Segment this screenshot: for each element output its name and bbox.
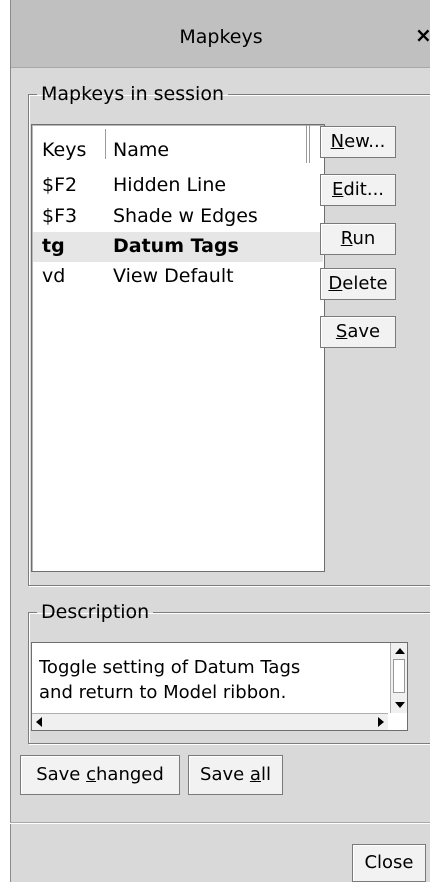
footer-divider: [10, 822, 430, 824]
dialog-title: Mapkeys: [179, 26, 263, 48]
mapkey-keys: tg: [42, 235, 65, 257]
list-item[interactable]: $F3 Shade w Edges: [33, 202, 323, 232]
column-header-keys[interactable]: Keys: [42, 139, 86, 161]
mapkey-name: Hidden Line: [113, 174, 227, 196]
list-item[interactable]: vd View Default: [33, 262, 323, 292]
list-item[interactable]: $F2 Hidden Line: [33, 171, 323, 201]
mapkey-keys: vd: [42, 265, 66, 287]
save-changed-button[interactable]: Save changed: [20, 755, 180, 795]
description-line: and return to Model ribbon.: [39, 682, 287, 703]
scroll-right-arrow-icon[interactable]: [378, 717, 384, 727]
scrollbar-thumb[interactable]: [393, 659, 405, 693]
run-button[interactable]: Run: [320, 223, 396, 255]
list-item-selected[interactable]: tg Datum Tags: [33, 232, 323, 262]
mapkey-name: Shade w Edges: [113, 205, 258, 227]
edit-button[interactable]: Edit...: [320, 174, 396, 206]
scroll-left-arrow-icon[interactable]: [36, 717, 42, 727]
save-all-button[interactable]: Save all: [188, 755, 283, 795]
title-bar: Mapkeys ×: [11, 0, 430, 68]
mapkey-name: View Default: [113, 265, 234, 287]
description-text: Toggle setting of Datum Tags and return …: [39, 655, 369, 705]
mapkeys-list[interactable]: Keys Name $F2 Hidden Line $F3 Shade w Ed…: [31, 124, 325, 572]
new-button[interactable]: New...: [320, 126, 396, 158]
column-header-name[interactable]: Name: [113, 139, 169, 161]
horizontal-scrollbar[interactable]: [32, 713, 388, 730]
delete-button[interactable]: Delete: [320, 268, 396, 300]
group-legend: Description: [41, 601, 150, 623]
description-line: Toggle setting of Datum Tags: [39, 657, 301, 678]
mapkey-keys: $F2: [42, 174, 78, 196]
description-textbox[interactable]: Toggle setting of Datum Tags and return …: [31, 642, 408, 731]
vertical-scrollbar[interactable]: [390, 643, 407, 713]
scroll-down-arrow-icon[interactable]: [395, 702, 405, 708]
close-button[interactable]: Close: [352, 844, 426, 882]
scroll-up-arrow-icon[interactable]: [395, 648, 405, 654]
save-button[interactable]: Save: [320, 316, 396, 348]
mapkey-name: Datum Tags: [113, 235, 239, 257]
group-legend: Mapkeys in session: [41, 83, 224, 105]
column-divider[interactable]: [105, 129, 106, 159]
list-header: Keys Name: [32, 125, 324, 163]
mapkey-keys: $F3: [42, 205, 78, 227]
close-icon[interactable]: ×: [415, 24, 430, 46]
column-divider[interactable]: [306, 125, 310, 163]
